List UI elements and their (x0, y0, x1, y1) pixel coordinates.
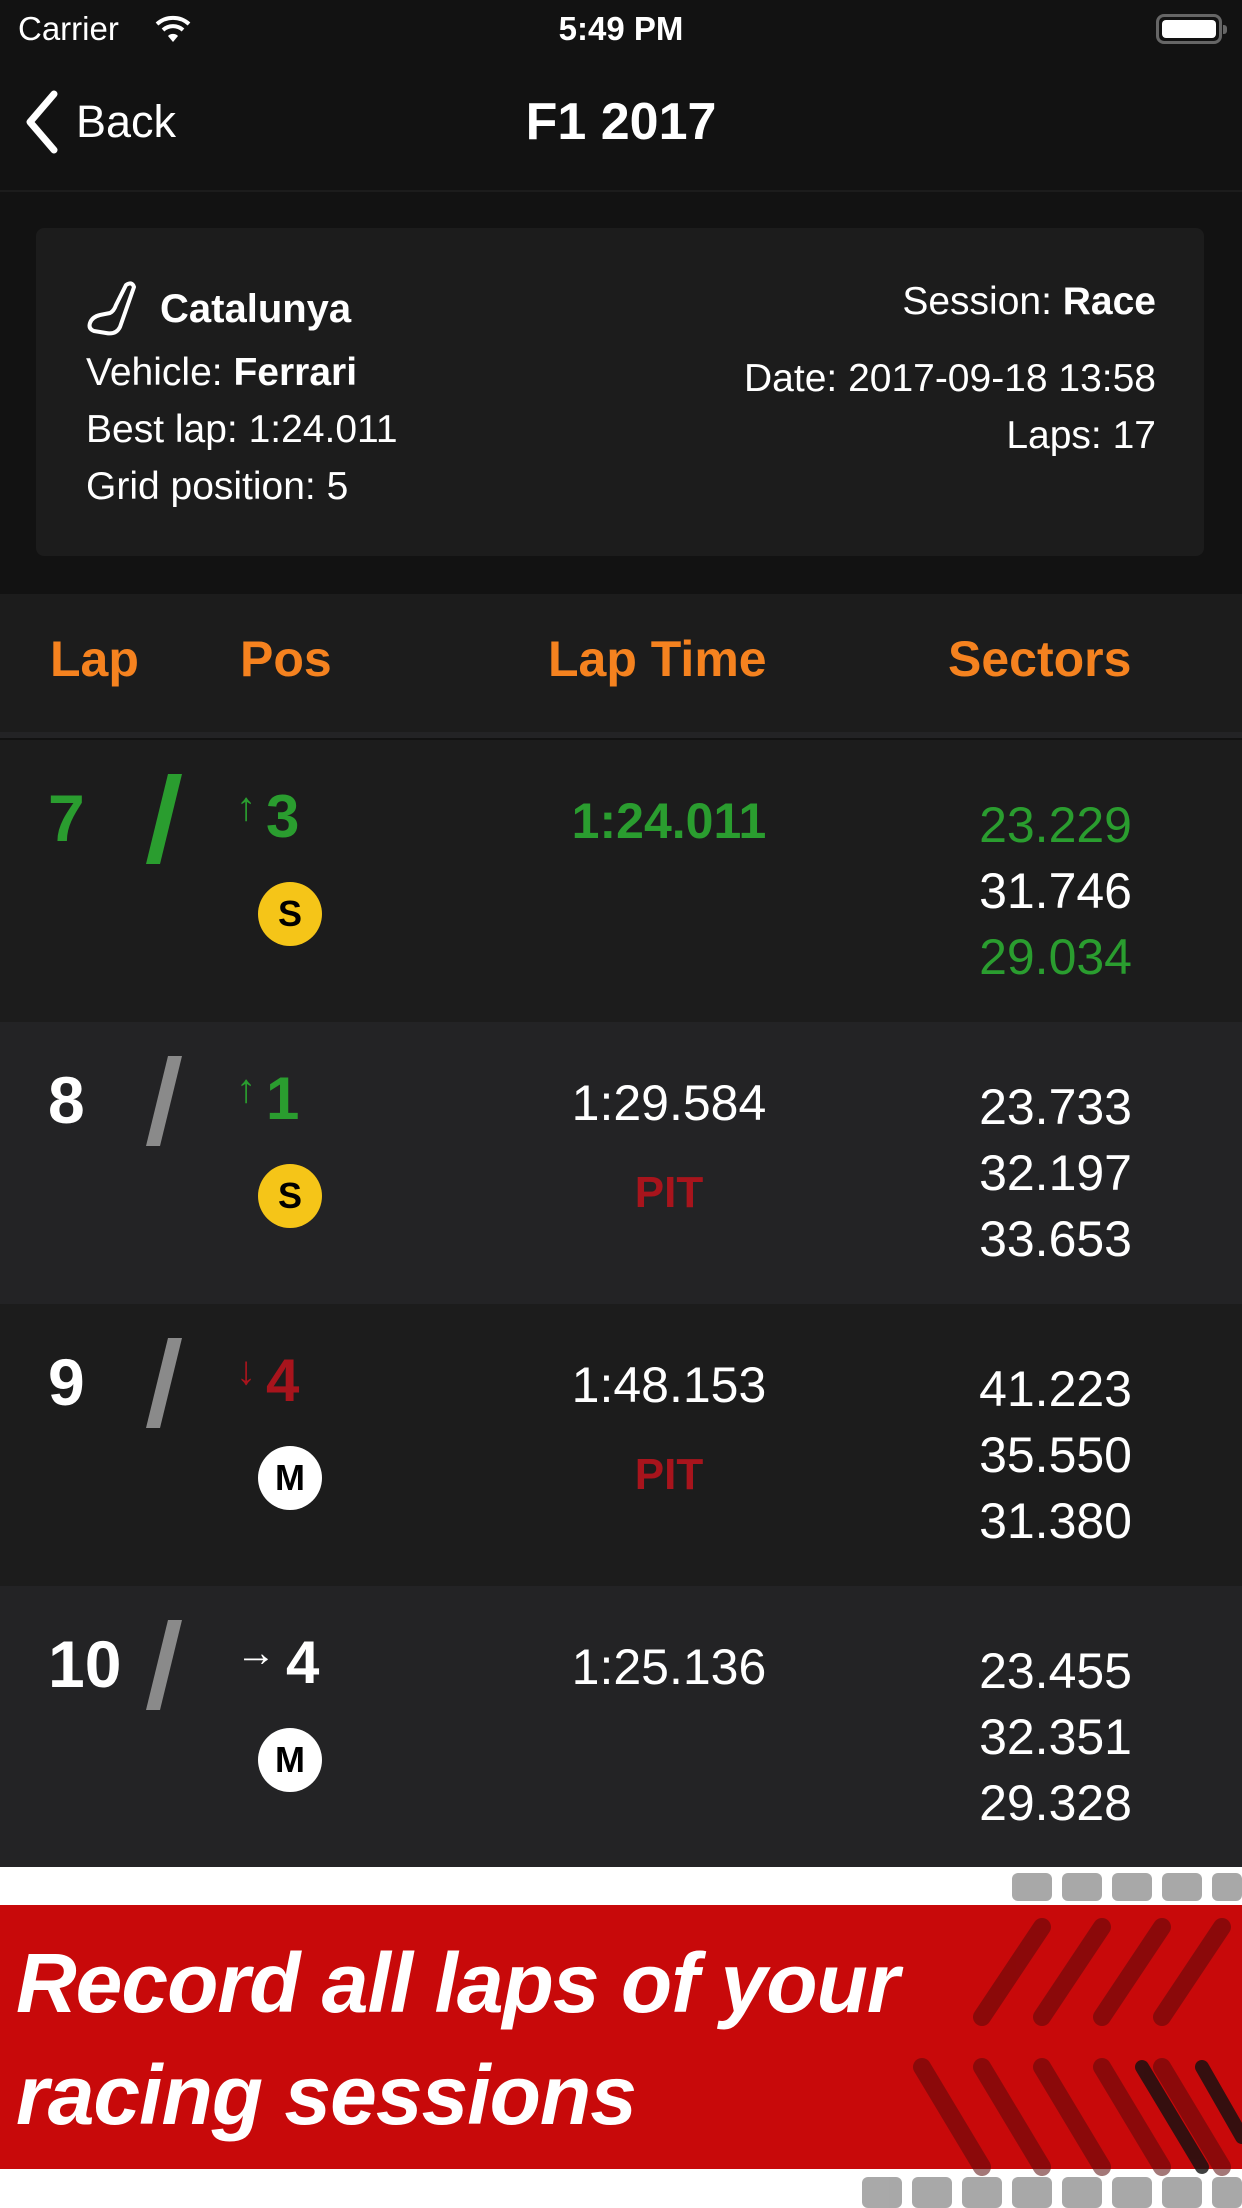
sector-time-1: 23.733 (979, 1079, 1132, 1135)
sector-time-3: 31.380 (979, 1493, 1132, 1549)
date-value: 2017-09-18 13:58 (848, 357, 1156, 400)
track-name: Catalunya (160, 286, 352, 331)
navigation-bar: Back F1 2017 (0, 60, 1242, 192)
sector-time-3: 29.034 (979, 929, 1132, 985)
sector-time-2: 32.351 (979, 1709, 1132, 1765)
sector-time-1: 41.223 (979, 1361, 1132, 1417)
tyre-compound-badge: S (258, 882, 322, 946)
best-lap-label: Best lap: (86, 408, 238, 451)
header-lap: Lap (50, 631, 139, 687)
lap-row[interactable]: 8 ↑ 1 S 1:29.584 PIT 23.733 32.197 33.653 (0, 1022, 1242, 1304)
clock: 5:49 PM (558, 10, 684, 47)
sector-times: 23.229 31.746 29.034 (979, 792, 1132, 990)
sector-time-3: 29.328 (979, 1775, 1132, 1831)
page-title: F1 2017 (525, 93, 717, 151)
sector-time-2: 32.197 (979, 1145, 1132, 1201)
grid-position-value: 5 (326, 465, 349, 508)
battery-icon (1156, 14, 1227, 44)
date-line: Date: 2017-09-18 13:58 (744, 350, 1156, 407)
sector-time-2: 31.746 (979, 863, 1132, 919)
promo-line-2: racing sessions (16, 2048, 637, 2142)
laps-value: 17 (1112, 414, 1156, 457)
session-value: Race (1062, 280, 1156, 323)
laps-label: Laps: (1006, 414, 1102, 457)
lap-row[interactable]: 7 ↑ 3 S 1:24.011 23.229 31.746 29.034 (0, 740, 1242, 1022)
date-label: Date: (744, 357, 838, 400)
session-line: Session: Race (744, 272, 1156, 332)
promo-banner[interactable]: Record all laps of your racing sessions (0, 1867, 1242, 2208)
best-lap-line: Best lap: 1:24.011 (86, 401, 398, 458)
laps-table-header: Lap Pos Lap Time Sectors (0, 594, 1242, 738)
header-lap-time: Lap Time (548, 631, 767, 687)
race-track-icon (87, 281, 136, 336)
session-info-card: Catalunya Vehicle: Ferrari Best lap: 1:2… (36, 228, 1204, 556)
sector-time-1: 23.455 (979, 1643, 1132, 1699)
laps-line: Laps: 17 (744, 407, 1156, 464)
vehicle-value: Ferrari (233, 351, 358, 394)
status-bar: Carrier 5:49 PM (0, 0, 1242, 60)
tyre-compound-badge: M (258, 1728, 322, 1792)
best-lap-value: 1:24.011 (248, 408, 398, 451)
sector-times: 23.455 32.351 29.328 (979, 1638, 1132, 1836)
vehicle-label: Vehicle: (86, 351, 223, 394)
grid-position-label: Grid position: (86, 465, 316, 508)
promo-line-1: Record all laps of your (16, 1936, 900, 2030)
lap-row[interactable]: 10 → 4 M 1:25.136 23.455 32.351 29.328 (0, 1586, 1242, 1868)
header-pos: Pos (240, 631, 332, 687)
header-sectors: Sectors (948, 631, 1132, 687)
grid-position-line: Grid position: 5 (86, 458, 398, 515)
lap-row[interactable]: 9 ↓ 4 M 1:48.153 PIT 41.223 35.550 31.380 (0, 1304, 1242, 1586)
session-label: Session: (902, 280, 1052, 323)
vehicle-line: Vehicle: Ferrari (86, 344, 398, 401)
sector-times: 41.223 35.550 31.380 (979, 1356, 1132, 1554)
sector-time-3: 33.653 (979, 1211, 1132, 1267)
sector-times: 23.733 32.197 33.653 (979, 1074, 1132, 1272)
sector-time-1: 23.229 (979, 797, 1132, 853)
promo-headline: Record all laps of your racing sessions (16, 1927, 900, 2151)
sector-time-2: 35.550 (979, 1427, 1132, 1483)
